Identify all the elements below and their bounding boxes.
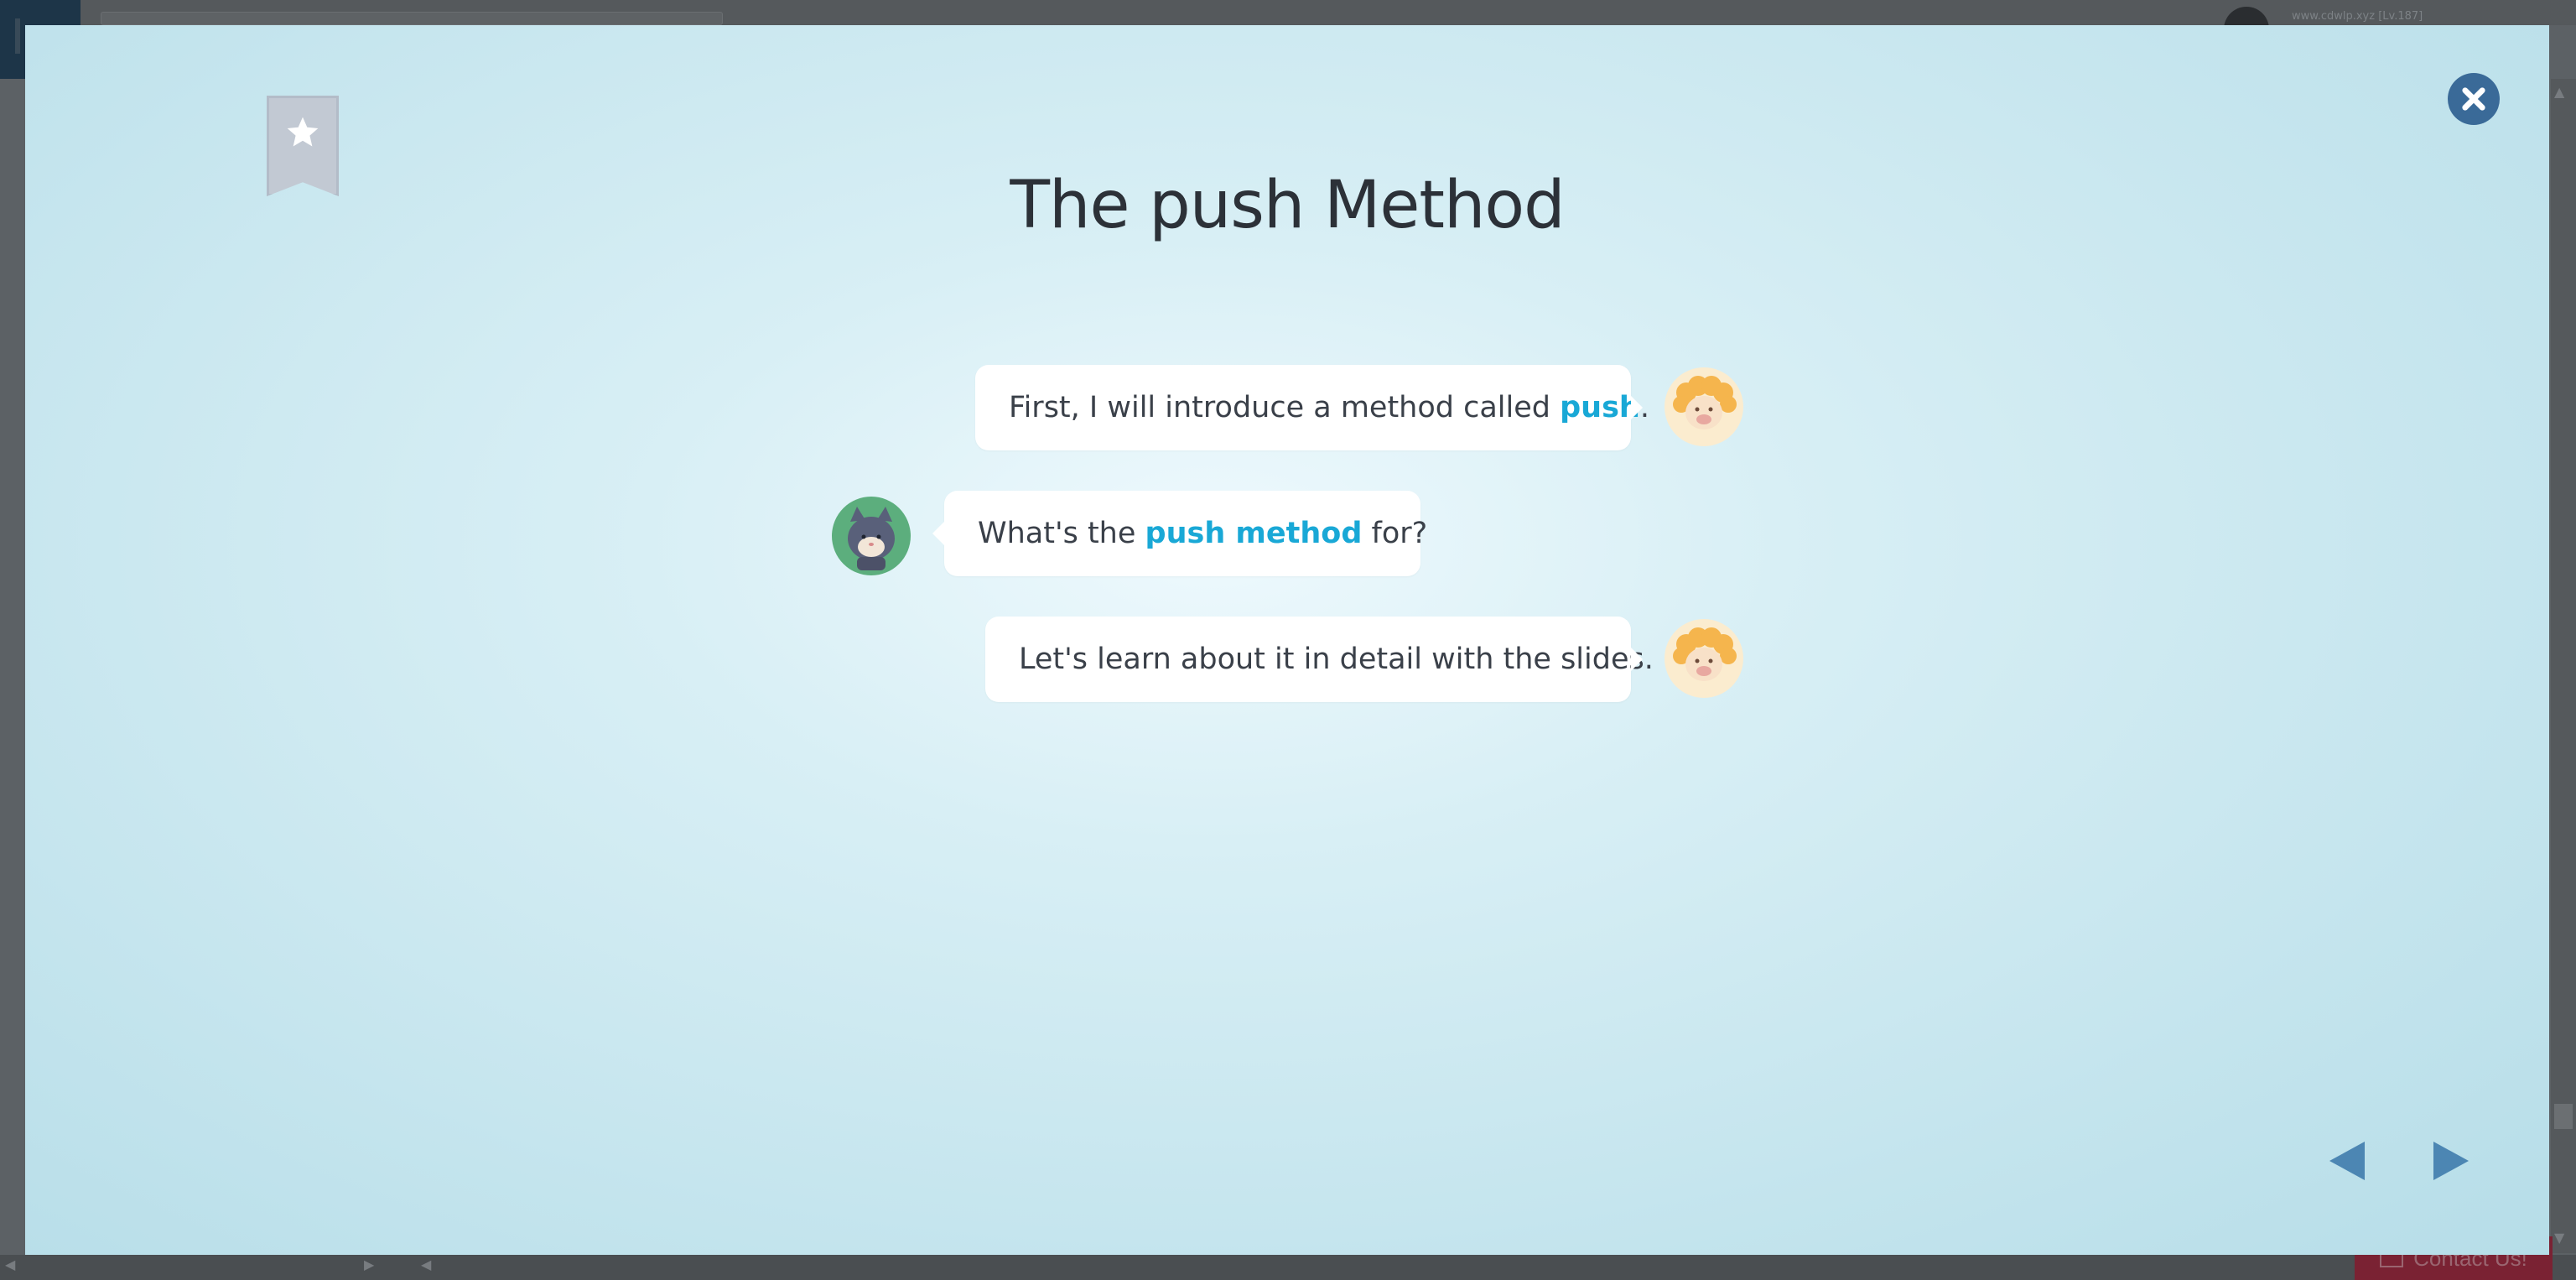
previous-slide-button[interactable] [2326, 1140, 2368, 1182]
scroll-right-arrow-icon: ▶ [364, 1257, 375, 1272]
dialogue-keyword: push method [1145, 517, 1363, 550]
triangle-left-icon [2329, 1142, 2365, 1180]
sheep-avatar-2 [1665, 619, 1743, 698]
scrollbar-thumb [2554, 1104, 2573, 1129]
dialogue-text: . [1639, 391, 1649, 424]
dialogue-bubble-3: Let's learn about it in detail with the … [985, 617, 1654, 702]
next-slide-button[interactable] [2430, 1140, 2472, 1182]
scroll-down-arrow-icon: ▼ [2554, 1230, 2565, 1246]
dialogue-text: First, I will introduce a method called [1009, 391, 1561, 424]
dialogue-bubble-2: What's the push method for? [932, 491, 1427, 576]
dialogue-text: Let's learn about it in detail with the … [1019, 643, 1654, 676]
background-search-bar [101, 12, 723, 25]
dialogue-text: for? [1362, 517, 1428, 550]
scroll-left-arrow-icon: ◀ [5, 1257, 16, 1272]
close-button[interactable] [2448, 73, 2500, 125]
dialogue-text: What's the [978, 517, 1145, 550]
cat-avatar [832, 497, 911, 575]
background-scroll-strip [2551, 79, 2576, 1253]
lesson-modal: The push Method First, I will introduce … [25, 25, 2549, 1255]
page-title: The push Method [1010, 168, 1565, 244]
triangle-right-icon [2433, 1142, 2469, 1180]
background-bottom-bar [0, 1255, 2576, 1280]
dialogue-bubble-1: First, I will introduce a method called … [975, 365, 1649, 450]
close-icon [2462, 87, 2485, 111]
star-icon [287, 117, 319, 147]
sheep-avatar [1665, 367, 1743, 446]
scroll-up-arrow-icon: ▲ [2554, 84, 2565, 100]
dialogue-keyword: push [1560, 391, 1640, 424]
scroll-left-arrow-icon-2: ◀ [421, 1257, 432, 1272]
profile-text: www.cdwlp.xyz [Lv.187] [2292, 10, 2423, 23]
